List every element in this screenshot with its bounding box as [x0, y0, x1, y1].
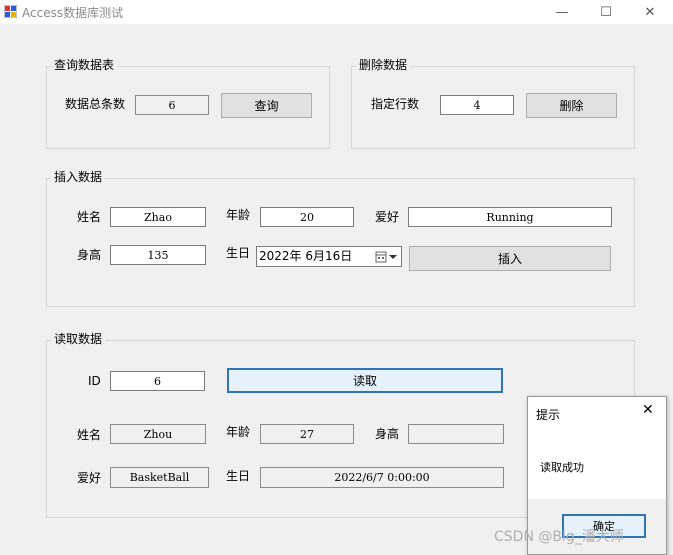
read-group-title: 读取数据 [51, 332, 106, 346]
maximize-button[interactable]: ☐ [583, 0, 629, 24]
message-box-title: 提示 [536, 408, 561, 422]
close-button[interactable]: ✕ [627, 0, 673, 24]
app-icon [4, 5, 17, 18]
read-height-field[interactable] [408, 424, 504, 444]
message-text: 读取成功 [540, 461, 584, 474]
read-id-label: ID [88, 374, 101, 388]
insert-age-input[interactable]: 20 [260, 207, 354, 227]
read-birthday-label: 生日 [226, 469, 251, 483]
insert-birthday-label: 生日 [226, 246, 251, 260]
message-box-close-button[interactable]: ✕ [642, 402, 654, 418]
read-id-input[interactable]: 6 [110, 371, 205, 391]
insert-height-input[interactable]: 135 [110, 245, 206, 265]
read-birthday-field[interactable]: 2022/6/7 0:00:00 [260, 467, 504, 488]
insert-name-input[interactable]: Zhao [110, 207, 206, 227]
window-title: Access数据库测试 [22, 6, 124, 20]
read-hobby-field[interactable]: BasketBall [110, 467, 209, 488]
count-label: 数据总条数 [65, 97, 126, 111]
watermark: CSDN @Big_潘大师 [494, 529, 624, 545]
birthday-picker-text: 2022年 6月16日 [259, 249, 353, 263]
insert-name-label: 姓名 [77, 210, 102, 224]
read-name-label: 姓名 [77, 428, 102, 442]
insert-button[interactable]: 插入 [409, 246, 611, 271]
delete-button[interactable]: 删除 [526, 93, 617, 118]
row-label: 指定行数 [371, 97, 420, 111]
row-input[interactable]: 4 [440, 95, 514, 115]
insert-hobby-input[interactable]: Running [408, 207, 612, 227]
read-age-field[interactable]: 27 [260, 424, 354, 444]
delete-group-title: 删除数据 [356, 58, 411, 72]
count-field[interactable]: 6 [135, 95, 209, 115]
read-hobby-label: 爱好 [77, 471, 102, 485]
minimize-button[interactable]: — [539, 0, 585, 24]
query-button[interactable]: 查询 [221, 93, 312, 118]
insert-hobby-label: 爱好 [375, 210, 400, 224]
read-name-field[interactable]: Zhou [110, 424, 206, 444]
insert-group [46, 178, 635, 307]
insert-group-title: 插入数据 [51, 170, 106, 184]
read-height-label: 身高 [375, 427, 400, 441]
read-button[interactable]: 读取 [227, 368, 503, 393]
insert-age-label: 年龄 [226, 208, 251, 222]
query-group-title: 查询数据表 [51, 58, 118, 72]
insert-birthday-picker[interactable]: 2022年 6月16日 [256, 246, 402, 267]
read-age-label: 年龄 [226, 425, 251, 439]
insert-height-label: 身高 [77, 248, 102, 262]
calendar-dropdown-icon[interactable] [375, 251, 399, 263]
